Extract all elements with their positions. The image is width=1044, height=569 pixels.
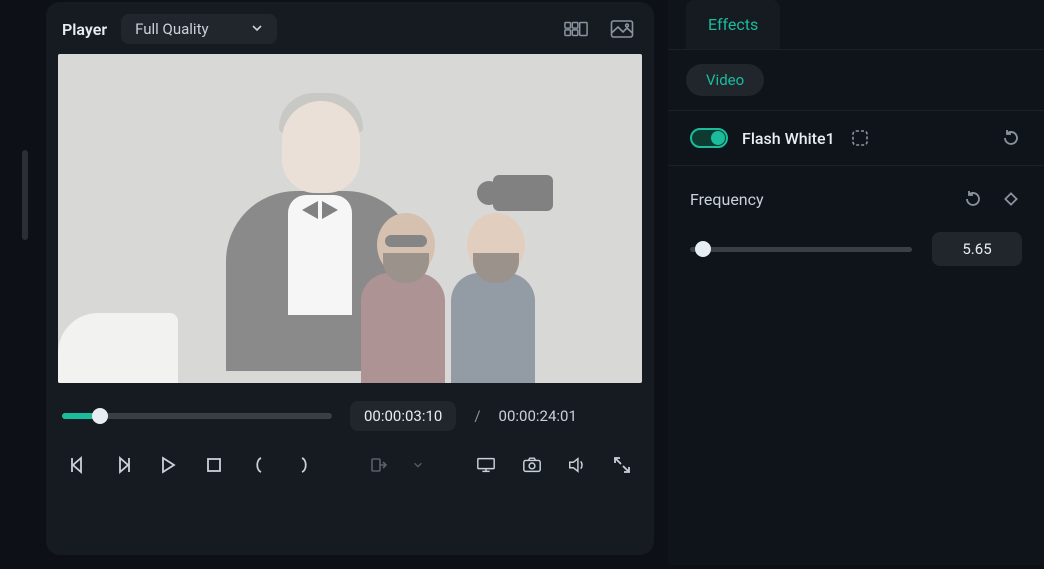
- player-title: Player: [62, 20, 107, 39]
- left-gutter: [0, 0, 38, 569]
- fullscreen-button[interactable]: [611, 453, 634, 477]
- player-header: Player Full Quality: [58, 12, 642, 54]
- marker-menu-button[interactable]: [368, 453, 391, 477]
- crop-icon[interactable]: [849, 127, 871, 149]
- effects-tab-row: Effects: [668, 0, 1044, 50]
- param-frequency: Frequency 5.65: [668, 166, 1044, 288]
- display-button[interactable]: [475, 453, 498, 477]
- effect-reset-icon[interactable]: [1000, 127, 1022, 149]
- effect-header: Flash White1: [668, 111, 1044, 166]
- time-separator: /: [474, 407, 480, 425]
- subtab-video[interactable]: Video: [686, 64, 764, 96]
- image-icon[interactable]: [606, 15, 638, 43]
- marker-in-button[interactable]: [247, 453, 270, 477]
- time-current[interactable]: 00:00:03:10: [350, 401, 456, 431]
- player-panel: Player Full Quality: [46, 2, 654, 555]
- param-reset-icon[interactable]: [962, 188, 984, 210]
- time-total: 00:00:24:01: [499, 407, 577, 425]
- quality-dropdown[interactable]: Full Quality: [121, 14, 276, 44]
- effects-subtab-row: Video: [668, 50, 1044, 111]
- quality-label: Full Quality: [135, 20, 208, 38]
- playhead-slider[interactable]: [62, 413, 332, 419]
- next-frame-button[interactable]: [111, 453, 134, 477]
- layout-grid-icon[interactable]: [560, 15, 592, 43]
- effect-name: Flash White1: [742, 129, 835, 148]
- marker-menu-chevron-icon[interactable]: [413, 453, 423, 477]
- volume-button[interactable]: [565, 453, 588, 477]
- effect-enable-toggle[interactable]: [690, 128, 728, 148]
- play-button[interactable]: [157, 453, 180, 477]
- param-frequency-label: Frequency: [690, 190, 764, 209]
- param-frequency-slider[interactable]: [690, 247, 912, 252]
- stop-button[interactable]: [202, 453, 225, 477]
- chevron-down-icon: [251, 20, 263, 38]
- snapshot-button[interactable]: [520, 453, 543, 477]
- keyframe-icon[interactable]: [1000, 188, 1022, 210]
- tab-effects[interactable]: Effects: [686, 0, 780, 49]
- marker-out-button[interactable]: [293, 453, 316, 477]
- video-preview[interactable]: [58, 54, 642, 383]
- param-frequency-value[interactable]: 5.65: [932, 232, 1022, 266]
- prev-frame-button[interactable]: [66, 453, 89, 477]
- vertical-scrollbar[interactable]: [22, 150, 28, 240]
- effects-panel: Effects Video Flash White1 Frequency: [668, 0, 1044, 565]
